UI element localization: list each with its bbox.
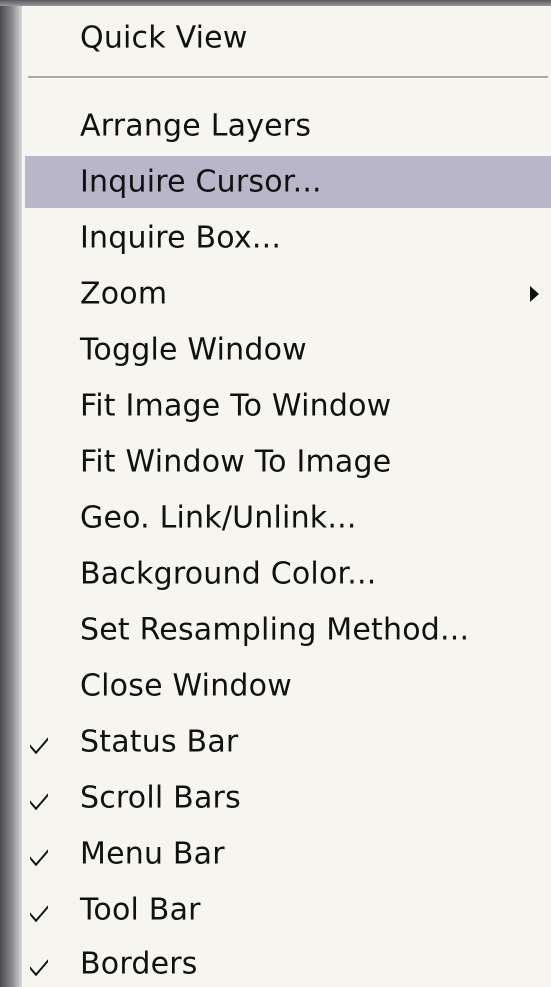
- context-menu: Quick View Arrange Layers Inquire Cursor…: [22, 6, 551, 987]
- menu-item-label: Toggle Window: [80, 332, 307, 368]
- menu-item-label: Fit Image To Window: [80, 388, 392, 424]
- menu-item-tool-bar[interactable]: Tool Bar: [22, 884, 551, 936]
- menu-item-scroll-bars[interactable]: Scroll Bars: [22, 772, 551, 824]
- menu-item-fit-image-to-window[interactable]: Fit Image To Window: [22, 380, 551, 432]
- menu-item-inquire-cursor[interactable]: Inquire Cursor...: [25, 156, 551, 208]
- checkmark-icon: [30, 793, 48, 811]
- menu-item-label: Quick View: [80, 20, 248, 56]
- menu-item-label: Fit Window To Image: [80, 444, 392, 480]
- menu-item-toggle-window[interactable]: Toggle Window: [22, 324, 551, 376]
- menu-item-arrange-layers[interactable]: Arrange Layers: [22, 100, 551, 152]
- menu-item-label: Set Resampling Method...: [80, 612, 470, 648]
- menu-item-label: Arrange Layers: [80, 108, 312, 144]
- menu-item-set-resampling-method[interactable]: Set Resampling Method...: [22, 604, 551, 656]
- menu-item-label: Geo. Link/Unlink...: [80, 500, 357, 536]
- menu-item-zoom[interactable]: Zoom: [22, 268, 551, 320]
- menu-item-menu-bar[interactable]: Menu Bar: [22, 828, 551, 880]
- checkmark-icon: [30, 905, 48, 923]
- menu-item-label: Close Window: [80, 668, 292, 704]
- menu-item-borders[interactable]: Borders: [22, 938, 551, 987]
- menu-item-inquire-box[interactable]: Inquire Box...: [22, 212, 551, 264]
- menu-item-label: Status Bar: [80, 724, 239, 760]
- checkmark-icon: [30, 737, 48, 755]
- screenshot-frame: Quick View Arrange Layers Inquire Cursor…: [0, 0, 551, 987]
- menu-item-label: Tool Bar: [80, 892, 201, 928]
- menu-item-label: Inquire Box...: [80, 220, 282, 256]
- menu-item-status-bar[interactable]: Status Bar: [22, 716, 551, 768]
- menu-item-label: Background Color...: [80, 556, 377, 592]
- menu-item-quick-view[interactable]: Quick View: [22, 12, 551, 64]
- menu-item-close-window[interactable]: Close Window: [22, 660, 551, 712]
- checkmark-icon: [30, 849, 48, 867]
- menu-item-fit-window-to-image[interactable]: Fit Window To Image: [22, 436, 551, 488]
- menu-item-label: Menu Bar: [80, 836, 225, 872]
- menu-item-label: Borders: [80, 946, 198, 982]
- menu-item-background-color[interactable]: Background Color...: [22, 548, 551, 600]
- menu-item-geo-link-unlink[interactable]: Geo. Link/Unlink...: [22, 492, 551, 544]
- window-edge-left: [0, 0, 22, 987]
- menu-item-label: Scroll Bars: [80, 780, 241, 816]
- checkmark-icon: [30, 959, 48, 977]
- menu-item-label: Zoom: [80, 276, 168, 312]
- menu-item-label: Inquire Cursor...: [80, 164, 322, 200]
- menu-separator: [28, 76, 548, 79]
- submenu-arrow-icon: [530, 286, 539, 302]
